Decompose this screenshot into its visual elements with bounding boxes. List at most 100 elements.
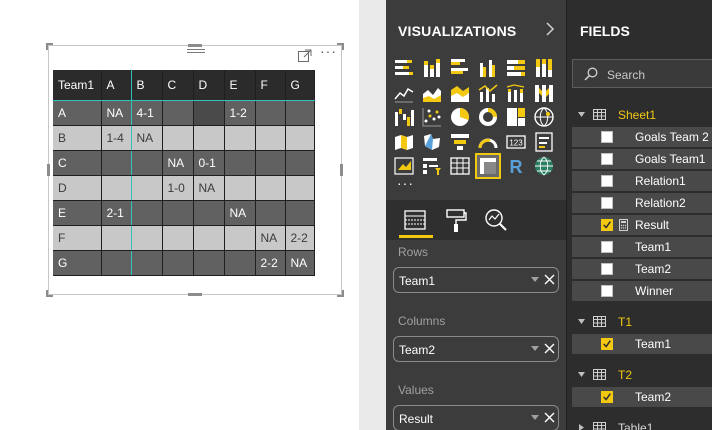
matrix-cell[interactable] bbox=[162, 100, 194, 126]
scatter-chart-icon[interactable] bbox=[421, 106, 443, 128]
matrix-cell[interactable] bbox=[224, 250, 256, 276]
matrix-cell[interactable]: 2-1 bbox=[101, 200, 132, 226]
more-visuals-icon[interactable]: ··· bbox=[397, 175, 414, 191]
matrix-cell[interactable]: 1-4 bbox=[101, 125, 132, 151]
matrix-row-header-title[interactable]: Team1 bbox=[53, 70, 102, 101]
resize-handle-left[interactable] bbox=[47, 164, 50, 176]
donut-chart-icon[interactable] bbox=[477, 106, 499, 128]
field-item[interactable]: Winner bbox=[572, 281, 712, 301]
matrix-column-header[interactable]: G bbox=[285, 70, 315, 101]
matrix-cell[interactable] bbox=[162, 225, 194, 251]
map-icon[interactable] bbox=[533, 106, 555, 128]
field-item[interactable]: Relation2 bbox=[572, 193, 712, 213]
matrix-cell[interactable] bbox=[255, 200, 286, 226]
field-checkbox[interactable] bbox=[601, 153, 613, 165]
matrix-cell[interactable]: NA bbox=[193, 175, 225, 201]
r-visual-icon[interactable]: R bbox=[505, 155, 527, 177]
matrix-cell[interactable] bbox=[193, 200, 225, 226]
matrix-cell[interactable] bbox=[285, 100, 315, 126]
matrix-cell[interactable] bbox=[255, 100, 286, 126]
more-options-icon[interactable]: ··· bbox=[320, 44, 340, 60]
gauge-icon[interactable] bbox=[477, 131, 499, 153]
field-item[interactable]: Goals Team 2 bbox=[572, 127, 712, 147]
matrix-cell[interactable] bbox=[193, 125, 225, 151]
matrix-cell[interactable] bbox=[131, 200, 163, 226]
stacked-bar-chart-icon[interactable] bbox=[393, 57, 415, 79]
fields-well-tab[interactable] bbox=[402, 206, 428, 234]
resize-handle-top-left[interactable] bbox=[46, 43, 53, 50]
matrix-row-header[interactable]: B bbox=[53, 125, 102, 151]
fields-search-box[interactable]: Search bbox=[572, 59, 712, 88]
field-item[interactable]: Result bbox=[572, 215, 712, 235]
matrix-row-header[interactable]: G bbox=[53, 250, 102, 276]
field-checkbox[interactable] bbox=[601, 219, 613, 231]
chevron-right-icon[interactable] bbox=[543, 20, 557, 38]
field-checkbox[interactable] bbox=[601, 197, 613, 209]
pie-chart-icon[interactable] bbox=[449, 106, 471, 128]
matrix-row-header[interactable]: C bbox=[53, 150, 102, 176]
line-column-chart-icon[interactable] bbox=[477, 82, 499, 104]
matrix-column-header[interactable]: A bbox=[101, 70, 132, 101]
remove-field-icon[interactable] bbox=[544, 274, 555, 285]
clustered-bar-chart-icon[interactable] bbox=[449, 57, 471, 79]
clustered-column-chart-icon[interactable] bbox=[477, 57, 499, 79]
card-icon[interactable]: 123 bbox=[505, 131, 527, 153]
matrix-cell[interactable] bbox=[162, 125, 194, 151]
resize-handle-right[interactable] bbox=[340, 164, 343, 176]
matrix-cell[interactable] bbox=[131, 225, 163, 251]
matrix-cell[interactable]: 4-1 bbox=[131, 100, 163, 126]
matrix-cell[interactable] bbox=[131, 175, 163, 201]
field-table-t2[interactable]: T2 bbox=[567, 364, 712, 386]
chevron-down-icon[interactable] bbox=[531, 277, 539, 283]
matrix-visual[interactable]: ··· Team1 A B C D E F G A NA 4-1 1-2 B 1-4 NA C NA 0-1 D 1-… bbox=[46, 43, 344, 297]
field-table-sheet1[interactable]: Sheet1 bbox=[567, 104, 712, 126]
field-checkbox[interactable] bbox=[601, 285, 613, 297]
stacked-column-chart-icon[interactable] bbox=[421, 57, 443, 79]
field-checkbox[interactable] bbox=[601, 175, 613, 187]
matrix-column-header[interactable]: F bbox=[255, 70, 286, 101]
matrix-cell[interactable] bbox=[224, 150, 256, 176]
matrix-column-header[interactable]: B bbox=[131, 70, 163, 101]
expand-arrow-right-icon[interactable] bbox=[578, 424, 585, 430]
resize-handle-bottom-left[interactable] bbox=[46, 290, 53, 297]
field-table-table1[interactable]: Table1 bbox=[567, 417, 712, 430]
drag-grip-icon[interactable] bbox=[187, 47, 205, 57]
field-item[interactable]: Goals Team1 bbox=[572, 149, 712, 169]
matrix-cell[interactable]: 1-0 bbox=[162, 175, 194, 201]
matrix-cell[interactable]: 1-2 bbox=[224, 100, 256, 126]
matrix-column-header[interactable]: D bbox=[193, 70, 225, 101]
slicer-icon[interactable] bbox=[421, 155, 443, 177]
globe-map-icon[interactable] bbox=[533, 155, 555, 177]
100-percent-column-chart-icon[interactable] bbox=[533, 57, 555, 79]
matrix-cell[interactable] bbox=[101, 175, 132, 201]
matrix-cell[interactable]: NA bbox=[255, 225, 286, 251]
expand-arrow-down-icon[interactable] bbox=[578, 318, 585, 325]
kpi-icon[interactable] bbox=[393, 155, 415, 177]
chevron-down-icon[interactable] bbox=[531, 346, 539, 352]
matrix-cell[interactable] bbox=[162, 200, 194, 226]
matrix-cell[interactable] bbox=[162, 250, 194, 276]
matrix-cell[interactable]: 0-1 bbox=[193, 150, 225, 176]
matrix-cell[interactable] bbox=[285, 125, 315, 151]
values-well[interactable]: Result bbox=[393, 405, 559, 430]
matrix-cell[interactable]: NA bbox=[285, 250, 315, 276]
multi-row-card-icon[interactable] bbox=[533, 131, 555, 153]
shape-map-icon[interactable] bbox=[421, 131, 443, 153]
matrix-cell[interactable] bbox=[255, 125, 286, 151]
field-checkbox[interactable] bbox=[601, 131, 613, 143]
format-paint-roller-icon[interactable] bbox=[443, 206, 469, 234]
matrix-cell[interactable] bbox=[285, 200, 315, 226]
field-table-t1[interactable]: T1 bbox=[567, 311, 712, 333]
matrix-cell[interactable] bbox=[224, 175, 256, 201]
matrix-cell[interactable] bbox=[255, 175, 286, 201]
matrix-column-header[interactable]: E bbox=[224, 70, 256, 101]
100-percent-bar-chart-icon[interactable] bbox=[505, 57, 527, 79]
table-icon[interactable] bbox=[449, 155, 471, 177]
expand-arrow-down-icon[interactable] bbox=[578, 111, 585, 118]
chevron-down-icon[interactable] bbox=[531, 415, 539, 421]
remove-field-icon[interactable] bbox=[544, 343, 555, 354]
waterfall-chart-icon[interactable] bbox=[393, 106, 415, 128]
remove-field-icon[interactable] bbox=[544, 412, 555, 423]
ribbon-chart-icon[interactable] bbox=[533, 82, 555, 104]
matrix-cell[interactable]: NA bbox=[162, 150, 194, 176]
